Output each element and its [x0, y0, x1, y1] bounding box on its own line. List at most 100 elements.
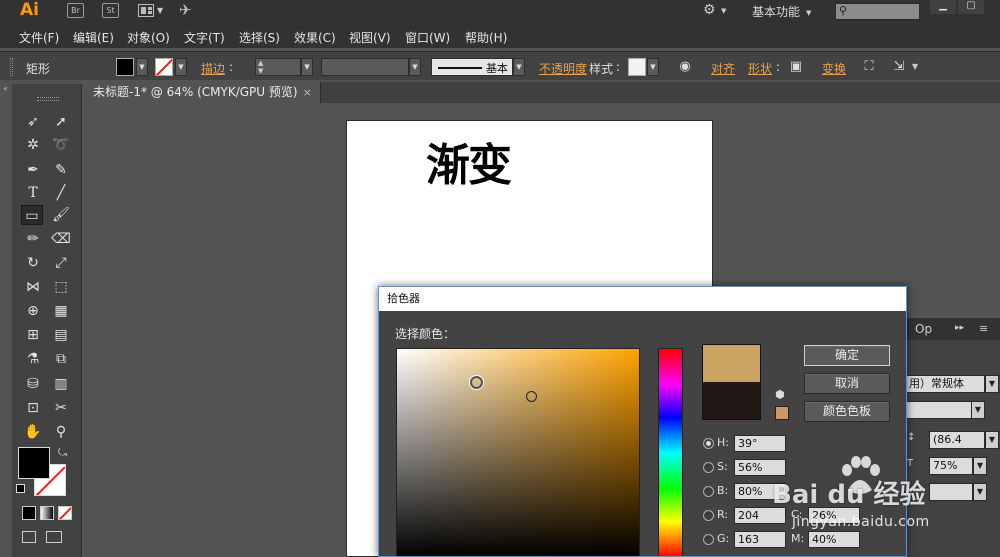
blend-tool-icon[interactable]: ⧉	[50, 349, 72, 369]
opentype-tab[interactable]: Op	[915, 322, 932, 336]
original-color-preview[interactable]	[702, 382, 761, 420]
control-panel-dropdown-icon[interactable]: ▼	[912, 62, 918, 71]
workspace-switcher[interactable]: 基本功能	[752, 3, 800, 20]
brightness-radio[interactable]	[703, 486, 714, 497]
line-segment-tool-icon[interactable]: ╱	[50, 183, 72, 203]
saturation-input[interactable]: 56%	[734, 459, 786, 476]
saturation-radio[interactable]	[703, 462, 714, 473]
color-swatches-button[interactable]: 颜色色板	[804, 401, 890, 422]
brush-definition[interactable]: 基本	[431, 58, 513, 76]
stroke-swatch[interactable]	[155, 58, 173, 76]
leading-dropdown[interactable]: ▼	[985, 431, 999, 449]
brightness-input[interactable]: 80%	[734, 483, 786, 500]
zoom-tool-icon[interactable]: ⚲	[50, 422, 72, 442]
shape-builder-tool-icon[interactable]: ⊕	[22, 301, 44, 321]
menu-select[interactable]: 选择(S)	[239, 29, 280, 46]
font-style-field[interactable]: 用）常规体	[905, 375, 985, 393]
gradient-mode-icon[interactable]	[40, 506, 54, 520]
variable-width-profile[interactable]	[321, 58, 409, 76]
gpu-performance-icon[interactable]: ✈	[179, 1, 192, 19]
direct-selection-tool-icon[interactable]: ➚	[50, 112, 72, 132]
column-graph-tool-icon[interactable]: ▥	[50, 374, 72, 394]
slice-tool-icon[interactable]: ✂	[50, 398, 72, 418]
shape-panel-link[interactable]: 形状	[748, 60, 772, 77]
perspective-grid-tool-icon[interactable]: ▦	[50, 301, 72, 321]
eraser-tool-icon[interactable]: ⌫	[50, 229, 72, 249]
arrange-dropdown-icon[interactable]: ▼	[157, 6, 163, 15]
hand-tool-icon[interactable]: ✋	[22, 422, 44, 442]
cyan-input[interactable]: 26%	[808, 507, 860, 524]
menu-edit[interactable]: 编辑(E)	[73, 29, 114, 46]
red-radio[interactable]	[703, 510, 714, 521]
panel-expand-icon[interactable]: ▸▸	[955, 323, 964, 333]
shape-properties-icon[interactable]: ▣	[787, 58, 805, 76]
artboard-tool-icon[interactable]: ⊡	[22, 398, 44, 418]
rectangle-tool-icon[interactable]: ▭	[21, 205, 43, 225]
saturation-brightness-field[interactable]	[396, 348, 640, 556]
default-fill-stroke-icon[interactable]	[16, 484, 25, 493]
collapse-toolbar-icon[interactable]: «	[3, 84, 8, 93]
green-input[interactable]: 163	[734, 531, 786, 548]
lasso-tool-icon[interactable]: ➰	[50, 135, 72, 155]
scale-tool-icon[interactable]: ⤢	[50, 253, 72, 273]
paintbrush-tool-icon[interactable]: 🖌	[50, 205, 72, 225]
stroke-dropdown[interactable]: ▼	[175, 58, 187, 76]
stock-button[interactable]: St	[102, 3, 119, 18]
gradient-tool-icon[interactable]: ▤	[50, 325, 72, 345]
ok-button[interactable]: 确定	[804, 345, 890, 366]
brush-definition-dropdown[interactable]: ▼	[513, 58, 525, 76]
menu-effect[interactable]: 效果(C)	[294, 29, 336, 46]
selection-tool-icon[interactable]: ➶	[22, 112, 44, 132]
minimize-button[interactable]: ▁	[930, 0, 956, 14]
graphic-style-swatch[interactable]	[628, 58, 646, 76]
curvature-tool-icon[interactable]: ✎	[50, 160, 72, 180]
websafe-color-swatch[interactable]	[775, 406, 789, 420]
color-picker-ring-icon[interactable]	[470, 376, 483, 389]
swap-fill-stroke-icon[interactable]: ⤿	[58, 446, 67, 460]
control-panel-menu-icon[interactable]: ⇲	[890, 58, 908, 76]
pencil-tool-icon[interactable]: ✏	[22, 229, 44, 249]
opacity-panel-link[interactable]: 不透明度	[539, 60, 587, 77]
tracking-dropdown[interactable]: ▼	[973, 483, 987, 501]
stroke-weight-dropdown[interactable]: ▼	[301, 58, 313, 76]
panel-menu-icon[interactable]: ≡	[979, 322, 988, 335]
rotate-tool-icon[interactable]: ↻	[22, 253, 44, 273]
maximize-button[interactable]: ▢	[958, 0, 984, 14]
document-tab[interactable]: 未标题-1* @ 64% (CMYK/GPU 预览) ×	[83, 82, 321, 103]
bridge-button[interactable]: Br	[67, 3, 84, 18]
red-input[interactable]: 204	[734, 507, 786, 524]
mesh-tool-icon[interactable]: ⊞	[22, 325, 44, 345]
toolbar-fill-swatch[interactable]	[18, 447, 50, 479]
menu-help[interactable]: 帮助(H)	[465, 29, 507, 46]
magic-wand-tool-icon[interactable]: ✲	[22, 135, 44, 155]
menu-type[interactable]: 文字(T)	[184, 29, 225, 46]
free-transform-tool-icon[interactable]: ⬚	[50, 277, 72, 297]
variable-width-dropdown[interactable]: ▼	[409, 58, 421, 76]
fill-dropdown[interactable]: ▼	[136, 58, 148, 76]
stroke-weight-field[interactable]: ▲ ▼	[255, 58, 301, 76]
magenta-input[interactable]: 40%	[808, 531, 860, 548]
eyedropper-tool-icon[interactable]: ⚗	[22, 349, 44, 369]
menu-view[interactable]: 视图(V)	[349, 29, 391, 46]
vertical-scale-dropdown[interactable]: ▼	[973, 457, 987, 475]
font-size-style-dropdown[interactable]: ▼	[971, 401, 985, 419]
type-tool-icon[interactable]: T	[22, 183, 44, 203]
help-search-input[interactable]: ⚲	[835, 3, 920, 20]
artboard-text[interactable]: 渐变	[426, 129, 512, 193]
arrange-documents-icon[interactable]	[138, 4, 154, 17]
tracking-field[interactable]	[929, 483, 973, 501]
menu-window[interactable]: 窗口(W)	[405, 29, 450, 46]
close-icon[interactable]: ×	[303, 82, 312, 103]
fill-swatch[interactable]	[116, 58, 134, 76]
cancel-button[interactable]: 取消	[804, 373, 890, 394]
stroke-panel-link[interactable]: 描边	[201, 60, 225, 77]
align-panel-link[interactable]: 对齐	[711, 60, 735, 77]
width-tool-icon[interactable]: ⋈	[22, 277, 44, 297]
draw-mode-icon[interactable]	[22, 531, 36, 543]
none-mode-icon[interactable]	[58, 506, 72, 520]
hue-slider[interactable]	[658, 348, 683, 556]
sync-icon[interactable]: ⚙	[703, 2, 716, 18]
pen-tool-icon[interactable]: ✒	[22, 160, 44, 180]
hue-radio[interactable]	[703, 438, 714, 449]
screen-mode-icon[interactable]	[46, 531, 62, 543]
